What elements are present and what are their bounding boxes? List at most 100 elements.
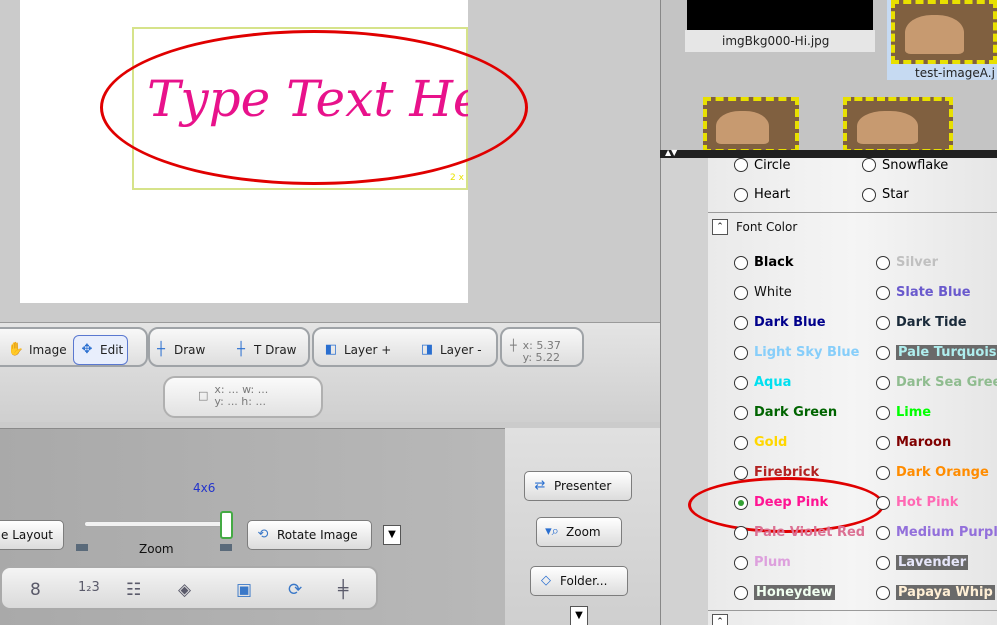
font-color-option[interactable]: Dark Sea Green	[876, 375, 997, 390]
presenter-icon: ⇄	[534, 478, 546, 493]
font-color-label: Aqua	[754, 375, 792, 390]
font-color-option[interactable]: Slate Blue	[876, 285, 971, 300]
image-tool-button[interactable]: ✋ Image	[3, 335, 71, 365]
shape-option-circle[interactable]: Circle	[734, 158, 791, 172]
layout-button[interactable]: e Layout	[0, 520, 64, 550]
layer-remove-label: Layer -	[440, 343, 482, 357]
font-color-option[interactable]: Black	[734, 255, 794, 270]
radio-icon	[876, 555, 890, 570]
shape-label: Snowflake	[882, 158, 949, 172]
radio-icon	[734, 255, 748, 270]
rotate-image-button[interactable]: ⟲ Rotate Image	[247, 520, 372, 550]
font-color-option[interactable]: Pale Violet Red	[734, 525, 865, 540]
layer-add-button[interactable]: ◧ Layer +	[318, 335, 395, 365]
square-outline-icon: □	[198, 389, 209, 402]
font-color-option[interactable]: Dark Blue	[734, 315, 826, 330]
font-color-option[interactable]: Silver	[876, 255, 938, 270]
font-color-label: Firebrick	[754, 465, 820, 480]
radio-icon	[862, 187, 876, 202]
cursor-y: y: 5.22	[522, 351, 561, 364]
edit-tool-label: Edit	[100, 343, 124, 357]
font-color-label: Dark Green	[754, 405, 838, 420]
zoom-button[interactable]: ▾⌕ Zoom	[536, 517, 622, 547]
edit-tool-button[interactable]: ✥ Edit	[73, 335, 129, 365]
radio-icon	[734, 315, 748, 330]
radio-icon	[876, 405, 890, 420]
layer-remove-icon: ◨	[420, 342, 434, 357]
zoom-max-marker	[220, 544, 232, 551]
draw-tool-button[interactable]: ┼ Draw	[148, 335, 209, 365]
thumbnail-background-image[interactable]	[687, 0, 873, 30]
radio-icon	[876, 255, 890, 270]
refresh-check-icon[interactable]: ⟳	[288, 580, 302, 600]
text-draw-tool-button[interactable]: ┼ T Draw	[228, 335, 301, 365]
zoom-slider-thumb[interactable]	[220, 511, 233, 539]
font-color-label: Lavender	[896, 555, 969, 570]
shape-option-heart[interactable]: Heart	[734, 187, 790, 202]
font-color-option[interactable]: Dark Orange	[876, 465, 989, 480]
font-color-label: Dark Orange	[896, 465, 989, 480]
font-color-option[interactable]: Gold	[734, 435, 787, 450]
font-color-option[interactable]: Plum	[734, 555, 791, 570]
crop-icon[interactable]: ▣	[236, 580, 252, 600]
presenter-label: Presenter	[554, 479, 612, 493]
shape-option-star[interactable]: Star	[862, 187, 909, 202]
font-color-option[interactable]: Deep Pink	[734, 495, 828, 510]
font-color-option[interactable]: Medium Purple	[876, 525, 997, 540]
align-icon[interactable]: ╪	[338, 580, 348, 600]
radio-icon	[876, 585, 890, 600]
font-color-option[interactable]: Honeydew	[734, 585, 835, 600]
thumbnail-photo-2[interactable]	[843, 97, 953, 153]
thumbnail-test-image[interactable]	[891, 0, 997, 64]
layer-remove-button[interactable]: ◨ Layer -	[414, 335, 486, 365]
folder-icon: ◇	[541, 573, 551, 588]
radio-icon	[862, 158, 876, 172]
folder-options-dropdown[interactable]: ▼	[570, 606, 588, 625]
zoom-slider[interactable]	[84, 521, 224, 527]
font-color-option[interactable]: Light Sky Blue	[734, 345, 860, 360]
font-color-option[interactable]: Hot Pink	[876, 495, 958, 510]
font-color-option[interactable]: Aqua	[734, 375, 791, 390]
cursor-coords: ┼ x: 5.37 y: 5.22	[510, 340, 561, 364]
thumbnail-photo-1[interactable]	[703, 97, 799, 153]
number-8-icon[interactable]: 8	[30, 580, 41, 600]
rotate-options-dropdown[interactable]: ▼	[383, 525, 401, 545]
font-color-option[interactable]: Papaya Whip	[876, 585, 995, 600]
options-gutter	[660, 158, 708, 625]
grid-lock-icon[interactable]: ☷	[126, 580, 141, 600]
shape-option-snowflake[interactable]: Snowflake	[862, 158, 948, 172]
font-color-label: Deep Pink	[754, 495, 829, 510]
shape-label: Heart	[754, 187, 791, 202]
shape-label: Star	[882, 187, 909, 202]
rotate-image-label: Rotate Image	[277, 528, 358, 542]
collapse-arrows-icon[interactable]: ▲▼	[665, 148, 677, 157]
font-color-section-header[interactable]: ⌃ Font Color	[712, 219, 797, 235]
thumbnail-collapse-bar[interactable]	[660, 150, 997, 158]
next-section-expand-icon[interactable]: ⌃	[712, 614, 728, 625]
font-color-option[interactable]: Lime	[876, 405, 931, 420]
font-color-label: Dark Tide	[896, 315, 967, 330]
size-label: 4x6	[193, 481, 216, 495]
font-color-option[interactable]: Dark Tide	[876, 315, 967, 330]
radio-icon	[876, 465, 890, 480]
font-color-label: Papaya Whip	[896, 585, 995, 600]
move-arrows-icon: ✥	[81, 342, 93, 357]
numbering-icon[interactable]: 1₂3	[78, 580, 100, 595]
fit-icon[interactable]: ◈	[178, 580, 191, 600]
font-color-option[interactable]: Pale Turquoise	[876, 345, 997, 360]
font-color-option[interactable]: Dark Green	[734, 405, 837, 420]
font-color-option[interactable]: White	[734, 285, 792, 300]
folder-button[interactable]: ◇ Folder...	[530, 566, 628, 596]
zoom-label: Zoom	[139, 542, 174, 556]
font-color-option[interactable]: Lavender	[876, 555, 969, 570]
radio-icon	[876, 345, 890, 360]
font-color-label: Dark Sea Green	[896, 375, 997, 390]
font-color-option[interactable]: Firebrick	[734, 465, 819, 480]
zoom-button-label: Zoom	[566, 525, 601, 539]
font-color-option[interactable]: Maroon	[876, 435, 951, 450]
collapse-up-icon[interactable]: ⌃	[712, 219, 728, 235]
font-color-label: Maroon	[896, 435, 952, 450]
presenter-button[interactable]: ⇄ Presenter	[524, 471, 632, 501]
font-color-label: Black	[754, 255, 794, 270]
radio-icon	[734, 525, 748, 540]
